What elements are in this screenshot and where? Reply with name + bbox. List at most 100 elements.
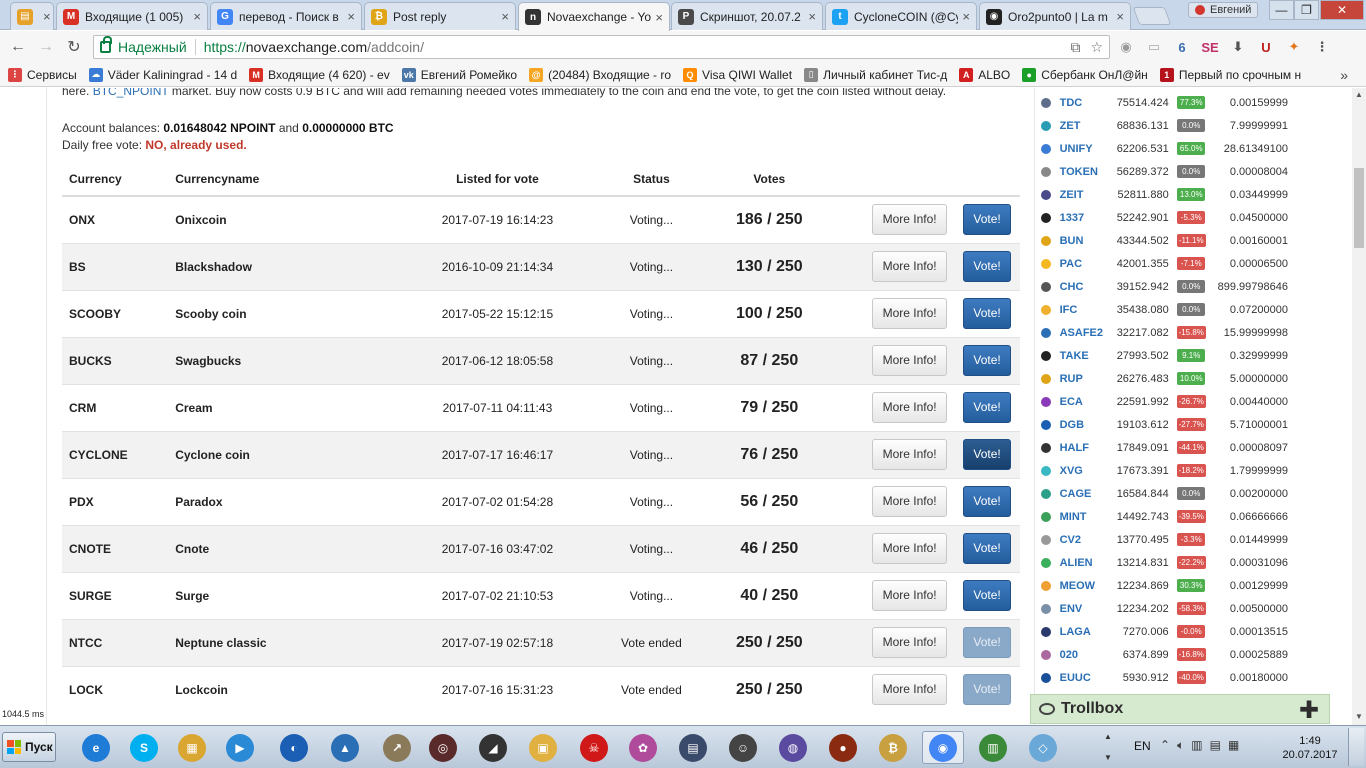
more-info-button[interactable]: More Info! <box>872 627 948 658</box>
bookmark-item[interactable]: M Входящие (4 620) - ev <box>249 67 390 82</box>
browser-tab[interactable]: t CycloneCOIN (@Cy × <box>825 2 977 30</box>
market-row[interactable]: IFC 35438.080 0.0% 0.07200000 <box>1035 298 1290 321</box>
more-info-button[interactable]: More Info! <box>872 204 948 236</box>
market-row[interactable]: ZEIT 52811.880 13.0% 0.03449999 <box>1035 183 1290 206</box>
more-info-button[interactable]: More Info! <box>872 251 948 282</box>
market-row[interactable]: MINT 14492.743 -39.5% 0.06666666 <box>1035 505 1290 528</box>
taskbar-app-button[interactable]: ☺ <box>722 731 764 764</box>
volume-icon[interactable]: 🔈︎ <box>1177 738 1184 753</box>
taskbar-app-button[interactable]: ◐ <box>273 731 315 764</box>
taskbar-app-button[interactable]: ◇ <box>1022 731 1064 764</box>
more-info-button[interactable]: More Info! <box>872 439 948 470</box>
market-row[interactable]: CAGE 16584.844 0.0% 0.00200000 <box>1035 482 1290 505</box>
browser-tab[interactable]: P Скриншот, 20.07.2 × <box>671 2 823 30</box>
vote-button[interactable]: Vote! <box>963 251 1012 282</box>
market-row[interactable]: RUP 26276.483 10.0% 5.00000000 <box>1035 367 1290 390</box>
market-symbol[interactable]: MEOW <box>1058 574 1111 597</box>
market-row[interactable]: 020 6374.899 -16.8% 0.00025889 <box>1035 643 1290 666</box>
bookmark-item[interactable]: 1 Первый по срочным н <box>1159 67 1301 82</box>
market-symbol[interactable]: UNIFY <box>1058 137 1111 160</box>
market-row[interactable]: TAKE 27993.502 9.1% 0.32999999 <box>1035 344 1290 367</box>
market-row[interactable]: EUUC 5930.912 -40.0% 0.00180000 <box>1035 666 1290 689</box>
tab-close-icon[interactable]: × <box>501 9 509 24</box>
bookmark-item[interactable]: vk Евгений Ромейко <box>401 67 517 82</box>
market-row[interactable]: HALF 17849.091 -44.1% 0.00008097 <box>1035 436 1290 459</box>
market-symbol[interactable]: ZEIT <box>1058 183 1111 206</box>
btc-npoint-market-link[interactable]: BTC_NPOINT <box>93 88 169 98</box>
tab-close-icon[interactable]: × <box>962 9 970 24</box>
vote-button[interactable]: Vote! <box>963 674 1012 706</box>
close-window-button[interactable]: ✕ <box>1320 0 1364 20</box>
bookmark-item[interactable]: ⋮ Сервисы <box>8 67 77 82</box>
market-symbol[interactable]: 1337 <box>1058 206 1111 229</box>
market-row[interactable]: CHC 39152.942 0.0% 899.99798646 <box>1035 275 1290 298</box>
market-symbol[interactable]: ASAFE2 <box>1058 321 1111 344</box>
back-button[interactable]: ← <box>8 37 28 57</box>
bookmark-item[interactable]: A ALBO <box>959 67 1010 82</box>
market-symbol[interactable]: LAGA <box>1058 620 1111 643</box>
vote-button[interactable]: Vote! <box>963 580 1012 611</box>
market-symbol[interactable]: ALIEN <box>1058 551 1111 574</box>
market-symbol[interactable]: BUN <box>1058 229 1111 252</box>
more-info-button[interactable]: More Info! <box>872 345 948 376</box>
language-indicator[interactable]: EN <box>1134 739 1151 753</box>
more-info-button[interactable]: More Info! <box>872 298 948 329</box>
more-info-button[interactable]: More Info! <box>872 392 948 423</box>
notification-icon[interactable]: ▦ <box>1228 738 1239 753</box>
bookmark-item[interactable]: ☁ Väder Kaliningrad - 14 d <box>88 67 237 82</box>
translate-icon[interactable]: ⧉ <box>1070 39 1080 56</box>
bookmarks-more-button[interactable]: » <box>1340 67 1348 83</box>
extension-icon[interactable]: U <box>1256 37 1276 57</box>
extension-icon[interactable]: SE <box>1200 37 1220 57</box>
taskbar-app-button[interactable]: ↗ <box>376 731 418 764</box>
market-symbol[interactable]: RUP <box>1058 367 1111 390</box>
market-row[interactable]: UNIFY 62206.531 65.0% 28.61349100 <box>1035 137 1290 160</box>
forward-button[interactable]: → <box>36 37 56 57</box>
vote-button[interactable]: Vote! <box>963 345 1012 376</box>
market-symbol[interactable]: XVG <box>1058 459 1111 482</box>
tab-close-icon[interactable]: × <box>43 9 51 24</box>
market-symbol[interactable]: CAGE <box>1058 482 1111 505</box>
browser-tab[interactable]: n Novaexchange - Yo × <box>518 2 670 31</box>
market-row[interactable]: TOKEN 56289.372 0.0% 0.00008004 <box>1035 160 1290 183</box>
taskbar-app-button[interactable]: ◎ <box>422 731 464 764</box>
market-symbol[interactable]: ENV <box>1058 597 1111 620</box>
more-info-button[interactable]: More Info! <box>872 674 948 706</box>
trollbox-header[interactable]: Trollbox ✚ <box>1030 694 1330 724</box>
market-row[interactable]: XVG 17673.391 -18.2% 1.79999999 <box>1035 459 1290 482</box>
market-row[interactable]: ECA 22591.992 -26.7% 0.00440000 <box>1035 390 1290 413</box>
taskbar-app-button[interactable]: ◉ <box>922 731 964 764</box>
taskbar-app-button[interactable]: ◢ <box>472 731 514 764</box>
market-symbol[interactable]: 020 <box>1058 643 1111 666</box>
system-clock[interactable]: 1:49 20.07.2017 <box>1280 734 1340 762</box>
market-row[interactable]: TDC 75514.424 77.3% 0.00159999 <box>1035 91 1290 114</box>
clipboard-icon[interactable]: ▤ <box>1210 738 1221 753</box>
vote-button[interactable]: Vote! <box>963 204 1012 236</box>
start-button[interactable]: Пуск <box>2 732 56 762</box>
taskbar-scroll-down-icon[interactable]: ▼ <box>1104 753 1112 762</box>
market-row[interactable]: LAGA 7270.006 -0.0% 0.00013515 <box>1035 620 1290 643</box>
market-row[interactable]: ZET 68836.131 0.0% 7.99999991 <box>1035 114 1290 137</box>
vote-button[interactable]: Vote! <box>963 298 1012 329</box>
market-symbol[interactable]: ZET <box>1058 114 1111 137</box>
bookmark-item[interactable]: Q Visa QIWI Wallet <box>683 67 792 82</box>
taskbar-app-button[interactable]: ◍ <box>772 731 814 764</box>
browser-tab[interactable]: M Входящие (1 005) × <box>56 2 208 30</box>
tab-close-icon[interactable]: × <box>347 9 355 24</box>
scroll-down-arrow-icon[interactable]: ▼ <box>1355 712 1363 721</box>
tab-close-icon[interactable]: × <box>655 10 663 25</box>
show-desktop-button[interactable] <box>1348 728 1364 766</box>
taskbar-app-button[interactable]: S <box>123 731 165 764</box>
minimize-button[interactable]: — <box>1269 0 1294 20</box>
market-symbol[interactable]: DGB <box>1058 413 1111 436</box>
scrollbar-thumb[interactable] <box>1354 168 1364 248</box>
market-row[interactable]: BUN 43344.502 -11.1% 0.00160001 <box>1035 229 1290 252</box>
market-symbol[interactable]: MINT <box>1058 505 1111 528</box>
maximize-button[interactable]: ❐ <box>1294 0 1319 20</box>
trollbox-expand-icon[interactable]: ✚ <box>1299 696 1319 725</box>
extension-icon[interactable]: ✦ <box>1284 37 1304 57</box>
new-tab-button[interactable] <box>1132 7 1172 25</box>
taskbar-app-button[interactable]: ▣ <box>522 731 564 764</box>
market-row[interactable]: PAC 42001.355 -7.1% 0.00006500 <box>1035 252 1290 275</box>
taskbar-app-button[interactable]: ☠ <box>573 731 615 764</box>
